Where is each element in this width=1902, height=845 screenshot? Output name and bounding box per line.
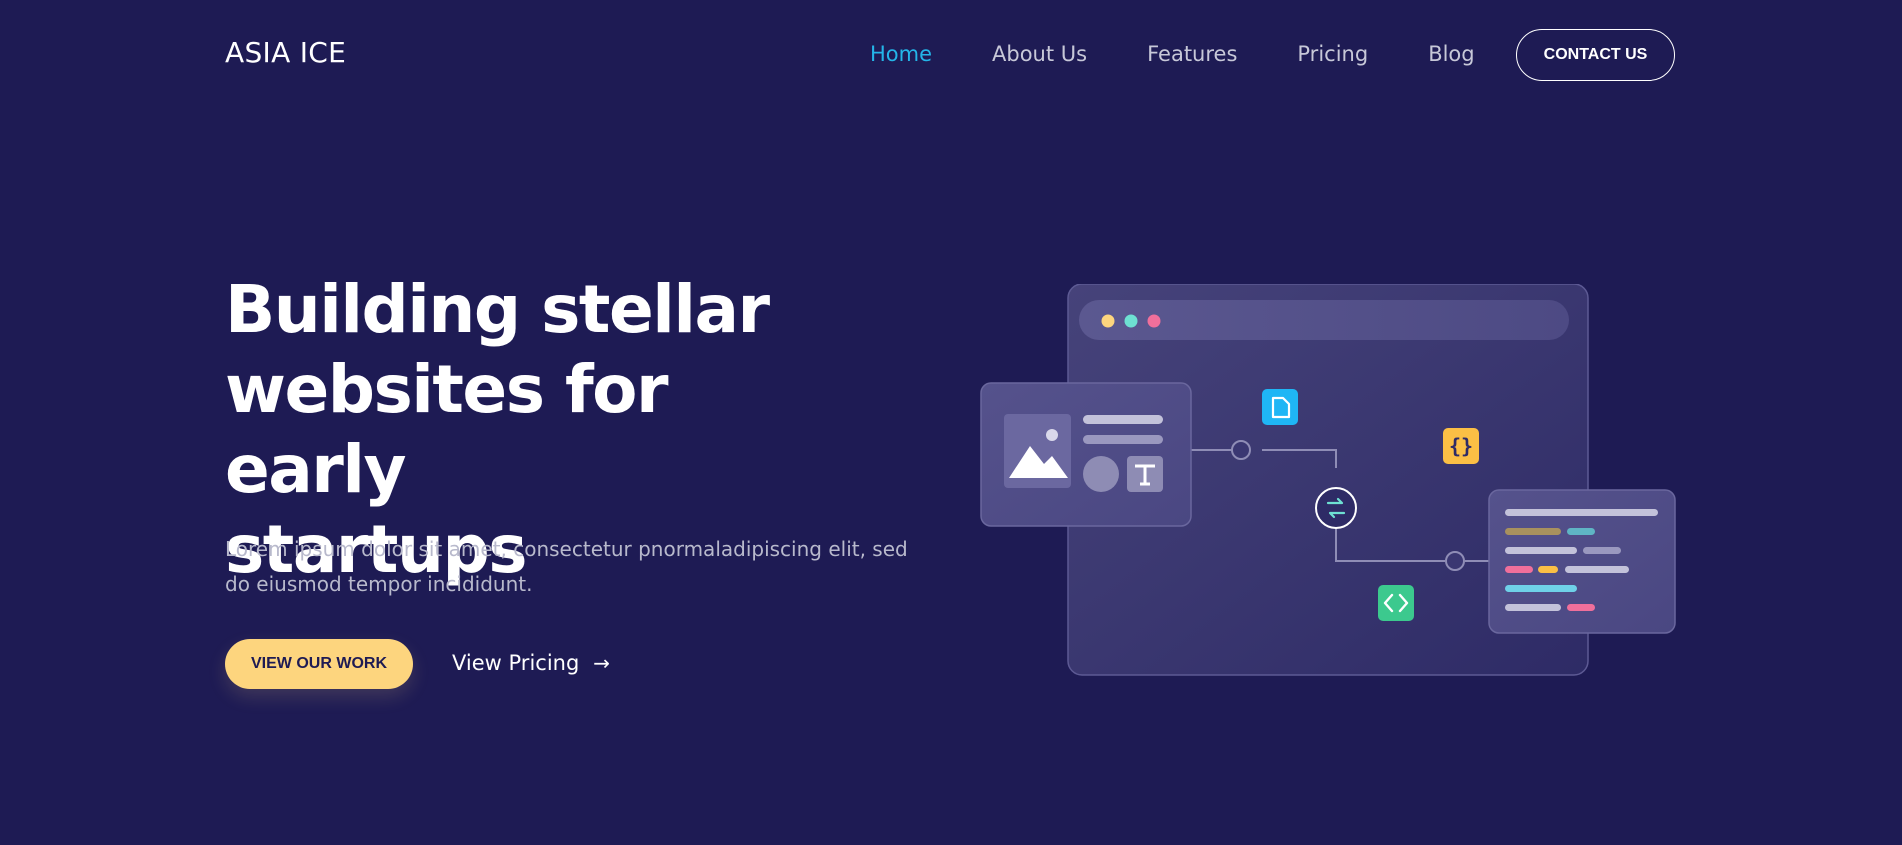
connector-node [1445, 551, 1465, 571]
code-icon [1378, 585, 1414, 621]
braces-glyph: {} [1449, 434, 1473, 458]
nav-link-home[interactable]: Home [870, 42, 932, 66]
hero-illustration: {} [980, 284, 1676, 676]
nav-link-pricing[interactable]: Pricing [1297, 42, 1368, 66]
hero-title-line: websites for early [225, 351, 669, 508]
arrow-right-icon: → [593, 651, 611, 675]
hero-description: Lorem ipsum dolor sit amet, consectetur … [225, 532, 925, 602]
main-nav: Home About Us Features Pricing Blog [870, 42, 1535, 66]
hero-description-line: Lorem ipsum dolor sit amet, consectetur … [225, 537, 908, 561]
contact-us-button[interactable]: CONTACT US [1516, 29, 1675, 81]
connector-node [1231, 440, 1251, 460]
window-dot-yellow [1101, 314, 1115, 328]
view-pricing-label: View Pricing [452, 651, 580, 675]
brand-logo[interactable]: ASIA ICE [225, 36, 346, 69]
circle-shape [1083, 456, 1119, 492]
sync-icon [1315, 487, 1357, 529]
view-our-work-button[interactable]: VIEW OUR WORK [225, 639, 413, 689]
file-icon [1262, 389, 1298, 425]
nav-link-features[interactable]: Features [1147, 42, 1237, 66]
nav-link-about-us[interactable]: About Us [992, 42, 1087, 66]
braces-icon: {} [1443, 428, 1479, 464]
window-dot-pink [1147, 314, 1161, 328]
code-card [1488, 489, 1676, 634]
hero-description-line: do eiusmod tempor incididunt. [225, 572, 533, 596]
view-pricing-link[interactable]: View Pricing → [452, 651, 610, 675]
nav-link-blog[interactable]: Blog [1428, 42, 1474, 66]
media-card [980, 382, 1192, 527]
text-icon [1127, 456, 1163, 492]
window-dot-teal [1124, 314, 1138, 328]
hero-title-line: Building stellar [225, 271, 770, 348]
image-icon [1004, 414, 1071, 488]
landing-page: ASIA ICE Home About Us Features Pricing … [0, 0, 1902, 845]
